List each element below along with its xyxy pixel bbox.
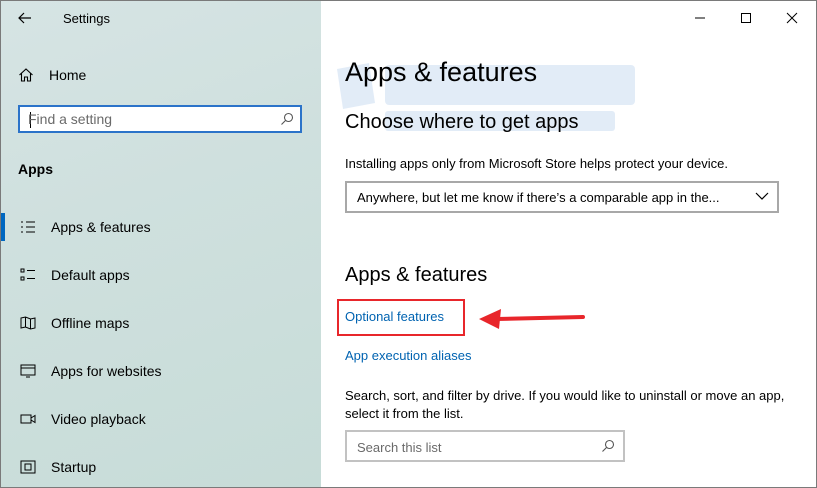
- section-label-apps: Apps: [18, 161, 53, 177]
- sidebar-item-default-apps[interactable]: Default apps: [1, 257, 321, 293]
- main-content: Apps & features Choose where to get apps…: [321, 1, 816, 487]
- features-heading: Apps & features: [345, 264, 488, 286]
- find-setting-search[interactable]: [18, 105, 302, 133]
- sidebar-item-startup[interactable]: Startup: [1, 449, 321, 485]
- default-apps-icon: [19, 266, 37, 284]
- search-icon[interactable]: [280, 112, 294, 126]
- nav-home-label: Home: [49, 67, 87, 83]
- sidebar-item-offline-maps[interactable]: Offline maps: [1, 305, 321, 341]
- sidebar-item-label: Apps for websites: [51, 363, 162, 379]
- search-list-input[interactable]: [357, 438, 587, 456]
- nav-home[interactable]: Home: [17, 63, 86, 87]
- sidebar-item-label: Startup: [51, 459, 97, 475]
- dropdown-value: Anywhere, but let me know if there’s a c…: [357, 190, 720, 205]
- map-icon: [19, 314, 37, 332]
- find-setting-input[interactable]: [28, 110, 273, 128]
- startup-icon: [19, 458, 37, 476]
- sidebar-item-label: Default apps: [51, 267, 130, 283]
- sidebar-item-apps-features[interactable]: Apps & features: [1, 209, 321, 245]
- red-arrow-icon: [479, 309, 585, 329]
- page-title: Apps & features: [345, 57, 538, 87]
- sidebar-item-label: Apps & features: [51, 219, 151, 235]
- optional-features-link[interactable]: Optional features: [345, 309, 444, 324]
- sidebar-item-label: Video playback: [51, 411, 146, 427]
- sidebar-item-video-playback[interactable]: Video playback: [1, 401, 321, 437]
- sidebar: Settings Home Apps Apps & features Defau…: [1, 1, 321, 487]
- settings-window: Settings Home Apps Apps & features Defau…: [0, 0, 817, 488]
- search-list-box[interactable]: [345, 430, 625, 462]
- chevron-down-icon: [755, 192, 769, 200]
- app-execution-aliases-link[interactable]: App execution aliases: [345, 348, 471, 363]
- app-source-dropdown[interactable]: Anywhere, but let me know if there’s a c…: [345, 181, 779, 213]
- choose-heading: Choose where to get apps: [345, 111, 579, 133]
- choose-description: Installing apps only from Microsoft Stor…: [345, 156, 728, 171]
- home-icon: [17, 66, 35, 84]
- search-icon[interactable]: [601, 439, 615, 453]
- sidebar-item-apps-websites[interactable]: Apps for websites: [1, 353, 321, 389]
- window-title: Settings: [63, 11, 110, 26]
- back-arrow-icon: [18, 12, 31, 24]
- video-icon: [19, 410, 37, 428]
- sidebar-item-label: Offline maps: [51, 315, 130, 331]
- websites-icon: [19, 362, 37, 380]
- back-button[interactable]: [11, 5, 39, 31]
- list-description: Search, sort, and filter by drive. If yo…: [345, 388, 785, 421]
- list-icon: [19, 218, 37, 236]
